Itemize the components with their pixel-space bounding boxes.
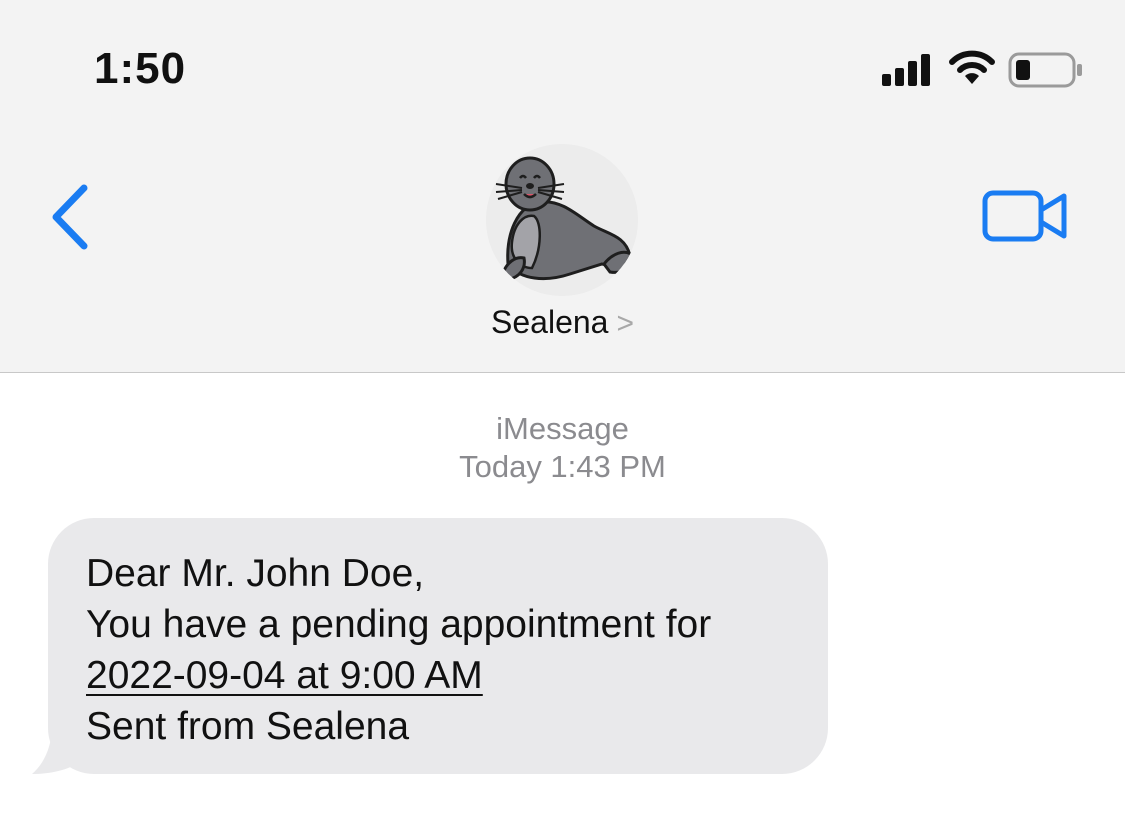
video-call-button[interactable] [982,188,1068,244]
message-timestamp: Today 1:43 PM [459,449,666,484]
back-button[interactable] [46,182,94,252]
appointment-date-link[interactable]: 2022-09-04 at 9:00 AM [86,654,483,697]
contact-name: Sealena [491,304,609,340]
wifi-icon [949,50,995,84]
contact-avatar[interactable] [486,144,638,296]
service-label: iMessage [496,411,629,446]
message-line: Dear Mr. John Doe, [86,552,425,595]
cellular-signal-icon [882,54,930,86]
battery-icon [1008,52,1082,88]
chevron-right-icon: > [616,307,634,340]
message-line: Sent from Sealena [86,705,410,748]
message-meta: iMessage Today 1:43 PM [0,410,1125,486]
conversation-header: 1:50 Sealena > [0,0,1125,373]
message-line: You have a pending appointment for [86,603,712,646]
incoming-message-bubble[interactable]: Dear Mr. John Doe, You have a pending ap… [48,518,828,774]
status-time: 1:50 [94,44,187,93]
contact-name-button[interactable]: Sealena > [0,304,1125,341]
